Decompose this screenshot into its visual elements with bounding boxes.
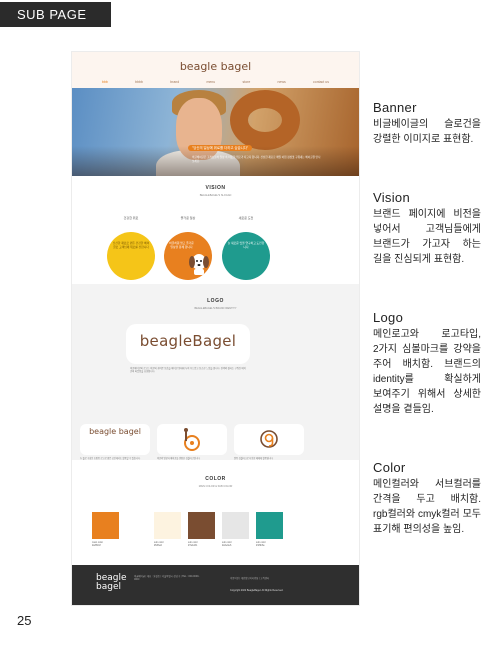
vision-title: VISION (205, 185, 226, 191)
swatch-caption: sub color #1f9b8e (256, 541, 266, 548)
symbol-card (157, 424, 227, 455)
note-text: 메인컬러와 서브컬러를 간격을 두고 배치함. rgb컬러와 cmyk컬러 모두… (373, 479, 481, 535)
nav-item[interactable]: menu (206, 80, 215, 84)
footer-info: 비글베이글 | 대표 : 홍길동 | 서울특별시 강남구 | TEL : 000… (134, 575, 200, 582)
vision-circle: 늘 새로운 맛을 연구하고 도전합니다 (222, 232, 270, 280)
beagle-mascot-icon (189, 254, 209, 275)
site-header: beagle bagel bbb bbbb brand menu store n… (72, 52, 359, 88)
note-heading: Logo (373, 310, 404, 325)
page-number: 25 (17, 613, 32, 628)
nav-item[interactable]: news (278, 80, 286, 84)
portfolio-page: SUB PAGE beagle bagel bbb bbbb brand men… (0, 0, 498, 646)
note-vision: Vision 브랜드 페이지에 비전을 넣어서 고객님들에게 브랜드가 가고자 … (373, 190, 481, 267)
note-heading: Color (373, 460, 406, 475)
website-mockup: beagle bagel bbb bbbb brand menu store n… (72, 52, 359, 605)
color-swatch (154, 512, 181, 539)
note-text: 브랜드 페이지에 비전을 넣어서 고객님들에게 브랜드가 가고자 하는 길을 진… (373, 209, 481, 265)
nav-item[interactable]: bbb (102, 80, 108, 84)
vision-circle: 비글처럼 밝고 즐거운 일상을 함께 합니다 (164, 232, 212, 280)
nav-item[interactable]: bbbb (135, 80, 143, 84)
banner-photo-bagel (230, 90, 300, 150)
main-logo-wordmark: beagleBagel (139, 332, 237, 350)
nav-item[interactable]: brand (170, 80, 179, 84)
site-footer: beagle bagel 비글베이글 | 대표 : 홍길동 | 서울특별시 강남… (72, 565, 359, 605)
site-logo[interactable]: beagle bagel (72, 60, 359, 73)
hero-banner: "당신의 일상에 위로를 더하고 싶습니다" 비글베이글은 고객님들의 일상 속… (72, 88, 359, 176)
swatch-caption: main color #e8801f (92, 541, 104, 548)
round-symbol-icon (260, 430, 278, 448)
color-swatch (222, 512, 249, 539)
round-symbol-description: 원형 심볼마크로 다양한 매체에 활용됩니다. (234, 458, 274, 460)
site-nav: bbb bbbb brand menu store news contact u… (102, 80, 329, 84)
nav-item[interactable]: contact us (313, 80, 329, 84)
symbol-description: 비글의 얼굴과 베이글을 결합한 심볼마크입니다. (157, 458, 201, 460)
footer-links[interactable]: 이용약관 | 개인정보처리방침 | 고객센터 (230, 576, 269, 580)
swatch-caption: sub color #7a4d31 (188, 541, 198, 548)
bagel-symbol-icon (184, 428, 200, 451)
logotype-description: 두 줄로 구성된 조합형 로고로 좁은 공간에서도 활용할 수 있습니다. (80, 458, 141, 460)
footer-copyright: Copyright 2022 BeagleBagel. All Rights R… (230, 589, 284, 592)
vision-circle: 신선한 재료로 만든 건강한 베이글로 고객님께 위로를 전합니다 (107, 232, 155, 280)
logotype-card: beagle bagel (80, 424, 150, 455)
vision-label: 즐거운 일상 (180, 216, 196, 220)
vision-label: 건강한 위로 (123, 216, 139, 220)
logotype-wordmark: beagle bagel (89, 427, 141, 436)
vision-subtitle: BEAGLEBAGEL'S SLOGAN (199, 194, 232, 197)
note-text: 비글베이글의 슬로건을 강렬한 이미지로 표현함. (373, 119, 481, 145)
logo-section: LOGO BEAGLEBAGEL'S BRAND IDENTITY beagle… (72, 284, 359, 460)
logo-description: 비글베이글의 로고는 비글의 귀여운 모습을 베이글 형태에 녹여 부드럽고 친… (130, 368, 246, 374)
vision-label: 새로운 도전 (238, 216, 254, 220)
nav-item[interactable]: store (242, 80, 250, 84)
banner-body-text: 비글베이글은 고객님들의 일상 속 따뜻한 위로가 되고자 합니다. 신선한 재… (192, 156, 321, 163)
note-heading: Vision (373, 190, 410, 205)
note-color: Color 메인컬러와 서브컬러를 간격을 두고 배치함. rgb컬러와 cmy… (373, 460, 481, 537)
banner-headline: "당신의 일상에 위로를 더하고 싶습니다" (188, 145, 253, 151)
vision-circle-text: 비글처럼 밝고 즐거운 일상을 함께 합니다 (169, 241, 194, 249)
color-title: COLOR (205, 476, 226, 482)
color-swatch (256, 512, 283, 539)
main-logo-card: beagleBagel (126, 324, 250, 364)
color-swatch (188, 512, 215, 539)
footer-logo: beagle bagel (96, 573, 127, 592)
logo-title: LOGO (207, 298, 224, 304)
swatch-caption: sub color #fdf3e0 (154, 541, 164, 548)
swatch-caption: sub color #e6e6e6 (222, 541, 232, 548)
note-heading: Banner (373, 100, 417, 115)
note-logo: Logo 메인로고와 로고타입, 2가지 심볼마크를 강약을 주어 배치함. 브… (373, 310, 481, 417)
note-banner: Banner 비글베이글의 슬로건을 강렬한 이미지로 표현함. (373, 100, 481, 147)
note-text: 메인로고와 로고타입, 2가지 심볼마크를 강약을 주어 배치함. 브랜드의 i… (373, 329, 481, 415)
color-subtitle: MAIN COLOR & SUB COLOR (198, 485, 233, 488)
round-symbol-card (234, 424, 304, 455)
color-swatch-main (92, 512, 119, 539)
sub-page-tag: SUB PAGE (0, 2, 111, 27)
logo-subtitle: BEAGLEBAGEL'S BRAND IDENTITY (194, 307, 237, 310)
